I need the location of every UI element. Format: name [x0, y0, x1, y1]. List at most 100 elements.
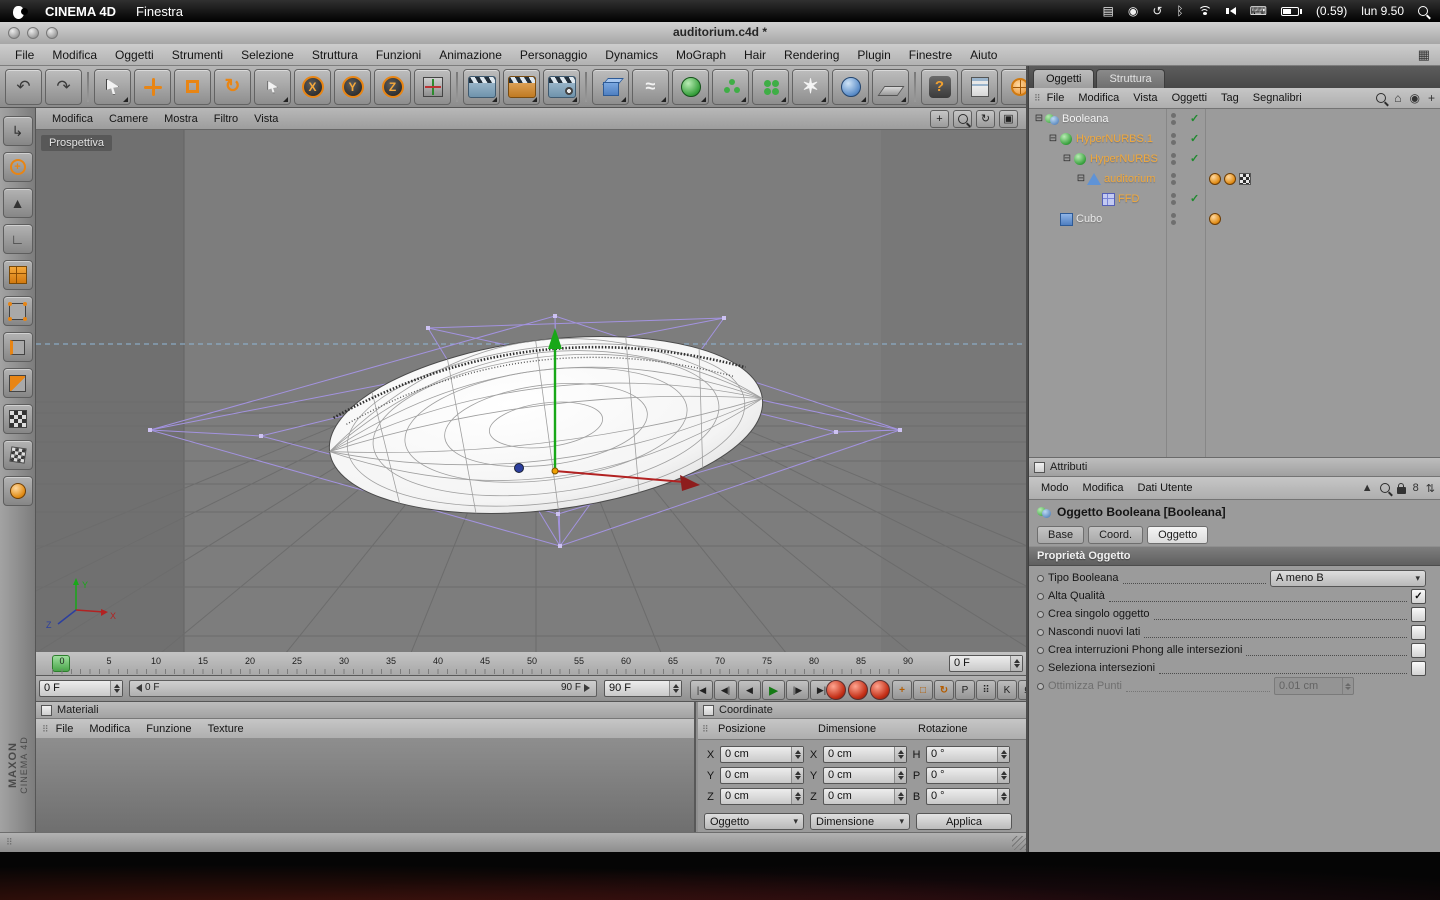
- add-modeling-object-button[interactable]: [712, 69, 749, 105]
- menu-personaggio[interactable]: Personaggio: [511, 48, 596, 62]
- make-editable-button[interactable]: ↳: [3, 116, 33, 146]
- x-axis-lock-button[interactable]: X: [294, 69, 331, 105]
- end-frame-stepper[interactable]: [669, 681, 681, 696]
- volume-icon[interactable]: [1226, 7, 1236, 15]
- lock-icon[interactable]: [1397, 487, 1406, 494]
- visibility-dots[interactable]: [1171, 153, 1176, 165]
- time-machine-icon[interactable]: ↺: [1152, 5, 1162, 17]
- add-environment-button[interactable]: [832, 69, 869, 105]
- pos-z-field[interactable]: 0 cm: [720, 788, 804, 805]
- object-row-cubo[interactable]: Cubo: [1029, 209, 1440, 229]
- vp-menu-mostra[interactable]: Mostra: [156, 113, 206, 125]
- object-name[interactable]: Booleana: [1059, 113, 1109, 125]
- resize-grip[interactable]: [1012, 836, 1026, 850]
- record-parameter-toggle[interactable]: P: [955, 680, 975, 700]
- vp-menu-filtro[interactable]: Filtro: [206, 113, 246, 125]
- om-menu-tag[interactable]: Tag: [1214, 92, 1246, 104]
- menu-plugin[interactable]: Plugin: [848, 48, 899, 62]
- section-header[interactable]: Proprietà Oggetto: [1029, 546, 1440, 566]
- stepper[interactable]: [894, 768, 906, 783]
- visibility-dots[interactable]: [1171, 133, 1176, 145]
- record-options-button[interactable]: [870, 680, 890, 700]
- spotlight-icon[interactable]: [1418, 6, 1428, 16]
- om-menu-oggetti[interactable]: Oggetti: [1165, 92, 1214, 104]
- visibility-dots[interactable]: [1171, 173, 1176, 185]
- menu-modifica[interactable]: Modifica: [43, 48, 106, 62]
- current-frame-stepper[interactable]: [110, 681, 122, 696]
- stepper[interactable]: [791, 768, 803, 783]
- object-name[interactable]: FFD: [1115, 193, 1139, 205]
- coordinate-system-button[interactable]: [414, 69, 451, 105]
- render-settings-button[interactable]: [543, 69, 580, 105]
- enabled-check-icon[interactable]: ✓: [1190, 132, 1199, 145]
- nascondi-nuovi-lati-checkbox[interactable]: [1411, 625, 1426, 640]
- menubar-clock[interactable]: lun 9.50: [1361, 4, 1404, 18]
- om-menu-vista[interactable]: Vista: [1126, 92, 1164, 104]
- object-name[interactable]: HyperNURBS: [1087, 153, 1158, 165]
- polygons-mode-button[interactable]: [3, 368, 33, 398]
- mat-menu-modifica[interactable]: Modifica: [81, 723, 138, 735]
- coord-mode-dropdown[interactable]: Oggetto ▾: [704, 813, 804, 830]
- menu-finestre[interactable]: Finestre: [900, 48, 961, 62]
- vp-menu-modifica[interactable]: Modifica: [44, 113, 101, 125]
- object-row-ffd[interactable]: FFD ✓: [1029, 189, 1440, 209]
- frame-stepper[interactable]: [1010, 656, 1022, 671]
- range-end-handle[interactable]: 90 F: [561, 682, 590, 693]
- move-tool-button[interactable]: [134, 69, 171, 105]
- coordinates-titlebar[interactable]: Coordinate: [698, 702, 1026, 719]
- tab-struttura[interactable]: Struttura: [1096, 69, 1164, 88]
- search-icon[interactable]: [1380, 483, 1390, 493]
- add-floor-button[interactable]: [872, 69, 909, 105]
- edges-mode-button[interactable]: [3, 332, 33, 362]
- range-start-handle[interactable]: 0 F: [136, 682, 159, 693]
- compositing-tag-icon[interactable]: [1239, 173, 1251, 185]
- battery-icon[interactable]: [1281, 7, 1302, 16]
- texture-mode-button[interactable]: [3, 404, 33, 434]
- bluetooth-icon[interactable]: ᛒ: [1176, 5, 1183, 17]
- menu-oggetti[interactable]: Oggetti: [106, 48, 163, 62]
- help-button[interactable]: ?: [921, 69, 958, 105]
- live-selection-tool-button[interactable]: [94, 69, 131, 105]
- viewport-canvas[interactable]: Prospettiva: [36, 130, 1026, 653]
- add-primitive-button[interactable]: [592, 69, 629, 105]
- end-frame-field[interactable]: 90 F: [604, 680, 682, 697]
- record-plevel-toggle[interactable]: ⠿: [976, 680, 996, 700]
- vp-menu-vista[interactable]: Vista: [246, 113, 286, 125]
- z-axis-lock-button[interactable]: Z: [374, 69, 411, 105]
- mat-menu-texture[interactable]: Texture: [200, 723, 252, 735]
- mac-menu-finestra[interactable]: Finestra: [136, 4, 183, 19]
- visibility-dots[interactable]: [1171, 193, 1176, 205]
- expander-icon[interactable]: ⊟: [1061, 154, 1073, 164]
- render-region-button[interactable]: [503, 69, 540, 105]
- expander-icon[interactable]: ⊟: [1047, 134, 1059, 144]
- model-mode-button[interactable]: +: [3, 152, 33, 182]
- materials-titlebar[interactable]: Materiali: [36, 702, 694, 719]
- stepper[interactable]: [791, 789, 803, 804]
- render-view-button[interactable]: [463, 69, 500, 105]
- keyboard-icon[interactable]: ⌨: [1250, 5, 1267, 17]
- crea-singolo-oggetto-checkbox[interactable]: [1411, 607, 1426, 622]
- enabled-check-icon[interactable]: ✓: [1190, 152, 1199, 165]
- dim-x-field[interactable]: 0 cm: [823, 746, 907, 763]
- enabled-check-icon[interactable]: ✓: [1190, 192, 1199, 205]
- filter-icon[interactable]: ▲: [1362, 482, 1373, 494]
- history-icon[interactable]: ⇅: [1426, 482, 1435, 495]
- object-name[interactable]: auditorium: [1101, 173, 1155, 185]
- stepper[interactable]: [894, 789, 906, 804]
- texture-tag-icon[interactable]: [1209, 173, 1221, 185]
- menu-selezione[interactable]: Selezione: [232, 48, 303, 62]
- pan-view-icon[interactable]: +: [930, 110, 949, 128]
- grip-icon[interactable]: ⠿: [702, 724, 718, 735]
- anim-dot-icon[interactable]: [1037, 629, 1044, 636]
- layout-widget-icon[interactable]: ▦: [1418, 47, 1434, 63]
- object-mode-button[interactable]: [3, 260, 33, 290]
- record-keyframe-button[interactable]: [826, 680, 846, 700]
- prev-key-button[interactable]: ◀|: [714, 680, 737, 700]
- visibility-dots[interactable]: [1171, 113, 1176, 125]
- undo-button[interactable]: ↶: [5, 69, 42, 105]
- enabled-check-icon[interactable]: ✓: [1190, 112, 1199, 125]
- tab-base[interactable]: Base: [1037, 526, 1084, 544]
- current-frame-field[interactable]: 0 F: [39, 680, 123, 697]
- z-axis-handle[interactable]: [515, 464, 524, 473]
- mat-menu-file[interactable]: File: [48, 723, 82, 735]
